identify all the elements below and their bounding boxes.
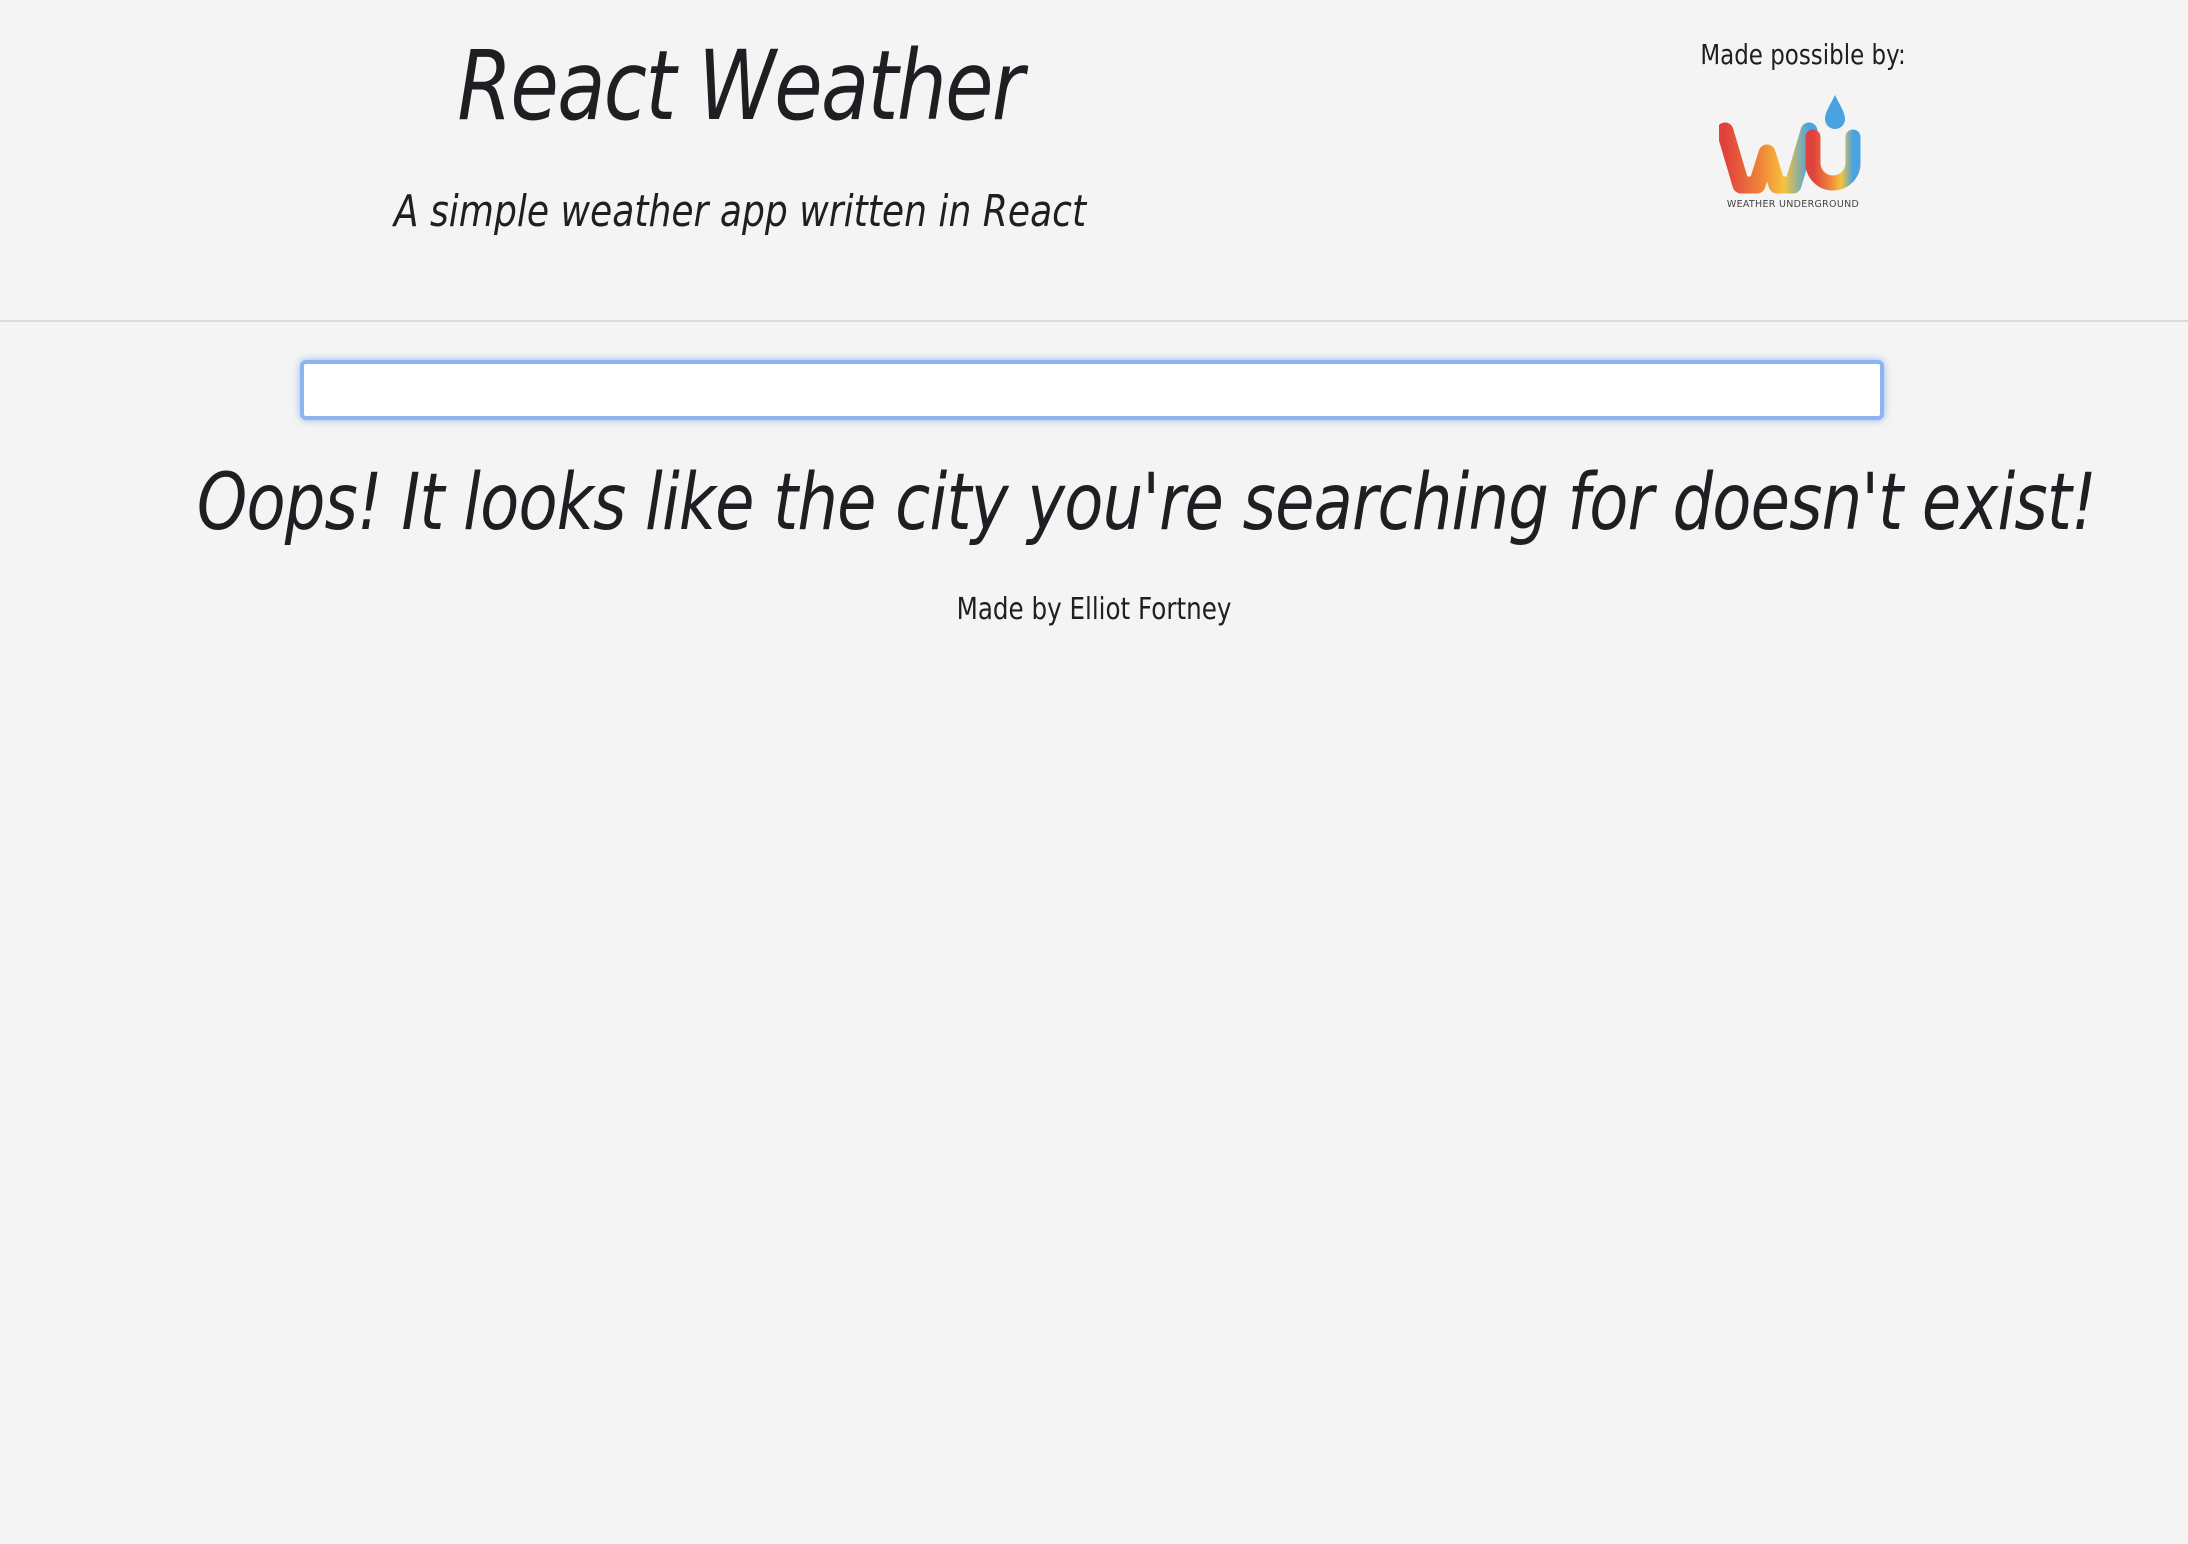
app-title: React Weather: [457, 30, 1024, 142]
footer-credit: Made by Elliot Fortney: [956, 592, 1232, 627]
sponsor-block: Made possible by: WEATHER UNDERGROUND: [1680, 38, 1906, 213]
city-search-input[interactable]: [300, 360, 1884, 420]
app-subtitle: A simple weather app written in React: [393, 186, 1087, 237]
page-header: React Weather A simple weather app writt…: [0, 0, 2188, 322]
sponsor-label: Made possible by:: [1700, 38, 1906, 71]
weather-underground-logo[interactable]: WEATHER UNDERGROUND: [1719, 93, 1867, 213]
svg-text:WEATHER UNDERGROUND: WEATHER UNDERGROUND: [1727, 199, 1859, 210]
city-not-found-message: Oops! It looks like the city you're sear…: [196, 458, 2097, 548]
